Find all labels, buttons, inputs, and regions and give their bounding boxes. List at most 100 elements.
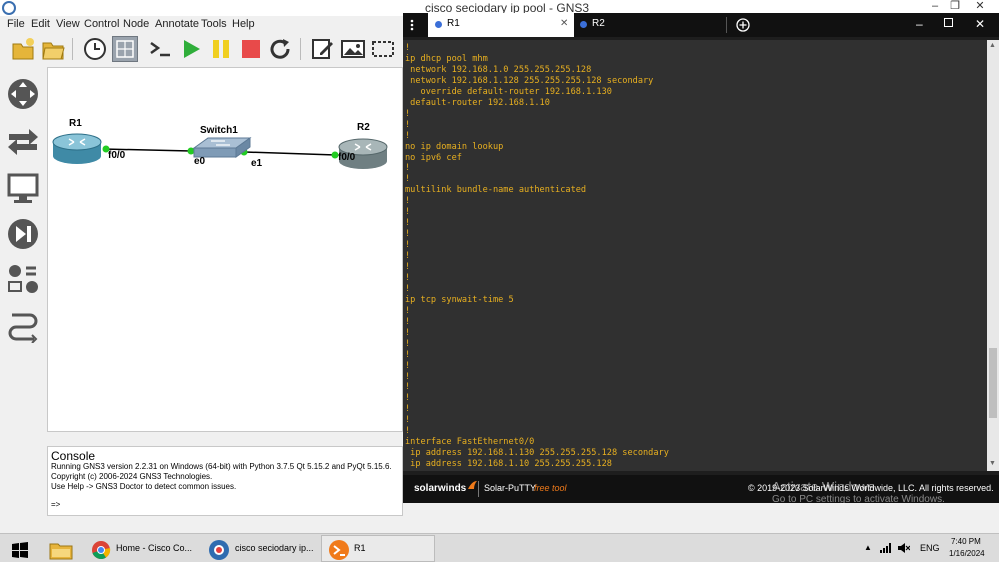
tab-r2[interactable]: R2 bbox=[579, 13, 725, 37]
draw-rectangle-button[interactable] bbox=[370, 36, 396, 62]
clock-date[interactable]: 1/16/2024 bbox=[949, 549, 985, 558]
security-devices-category-button[interactable] bbox=[6, 217, 40, 251]
activate-windows-title: Activate Windows bbox=[772, 479, 875, 494]
suspend-all-button[interactable] bbox=[208, 36, 234, 62]
terminal-line: ! bbox=[405, 382, 411, 393]
add-note-button[interactable] bbox=[310, 36, 336, 62]
tab-divider bbox=[726, 17, 727, 33]
putty-maximize-icon[interactable] bbox=[944, 18, 953, 27]
console-line: Use Help -> GNS3 Doctor to detect common… bbox=[51, 482, 237, 491]
show-interface-labels-button[interactable] bbox=[112, 36, 138, 62]
terminal-line: multilink bundle-name authenticated bbox=[405, 185, 587, 196]
terminal-line: ! bbox=[405, 251, 411, 262]
stop-all-button[interactable] bbox=[238, 36, 264, 62]
signal-icon[interactable] bbox=[880, 543, 892, 553]
input-language[interactable]: ENG bbox=[920, 543, 940, 553]
console-prompt[interactable]: => bbox=[51, 500, 60, 509]
terminal-line: no ip domain lookup bbox=[405, 141, 504, 152]
solarwinds-logo: solarwinds bbox=[414, 483, 467, 494]
new-folder-icon bbox=[12, 38, 34, 60]
scrollbar-thumb[interactable] bbox=[989, 348, 997, 418]
product-edition: free tool bbox=[534, 483, 567, 493]
taskbar-solar-putty[interactable]: R1 bbox=[321, 535, 435, 562]
add-link-button[interactable] bbox=[6, 309, 40, 344]
port-label-switch1-e0: e0 bbox=[194, 156, 206, 167]
snapshot-button[interactable] bbox=[82, 36, 108, 62]
menu-file[interactable]: File bbox=[7, 18, 25, 30]
link-switch1-r2[interactable] bbox=[244, 151, 337, 156]
toolbar bbox=[0, 32, 400, 64]
new-project-button[interactable] bbox=[10, 36, 36, 62]
restore-icon[interactable]: ❐ bbox=[945, 0, 965, 14]
start-button[interactable] bbox=[0, 535, 40, 562]
console-panel[interactable]: Console Running GNS3 version 2.2.31 on W… bbox=[47, 446, 403, 516]
node-label-r1[interactable]: R1 bbox=[69, 118, 82, 129]
terminal-line: ! bbox=[405, 262, 411, 272]
terminal-scrollbar[interactable]: ▲ ▼ bbox=[987, 40, 999, 471]
console-all-button[interactable] bbox=[148, 36, 174, 62]
all-devices-icon bbox=[8, 265, 38, 293]
terminal-line: ! bbox=[405, 426, 411, 437]
close-icon[interactable]: ✕ bbox=[970, 0, 990, 14]
terminal-line: no ipv6 cef bbox=[405, 152, 462, 163]
console-title: Console bbox=[51, 449, 96, 463]
all-devices-category-button[interactable] bbox=[6, 263, 40, 297]
menu-view[interactable]: View bbox=[56, 18, 80, 30]
terminal-line: ! bbox=[405, 316, 411, 327]
volume-muted-icon[interactable] bbox=[898, 543, 910, 553]
terminal-line: ! bbox=[405, 229, 411, 240]
clock-icon bbox=[84, 38, 106, 60]
terminal-output[interactable]: ! ip dhcp pool mhm network 192.168.1.0 25… bbox=[403, 40, 987, 471]
switches-category-button[interactable] bbox=[6, 125, 40, 159]
menu-control[interactable]: Control bbox=[84, 18, 119, 30]
routers-category-button[interactable] bbox=[6, 77, 40, 111]
console-line: Running GNS3 version 2.2.31 on Windows (… bbox=[51, 462, 392, 471]
taskbar-gns3[interactable]: cisco seciodary ip... bbox=[202, 535, 316, 562]
taskbar-chrome[interactable]: Home - Cisco Co... bbox=[84, 535, 196, 562]
kebab-menu-icon[interactable] bbox=[410, 19, 414, 31]
menu-help[interactable]: Help bbox=[232, 18, 255, 30]
terminal-line: default-router 192.168.1.10 bbox=[405, 97, 550, 108]
picture-icon bbox=[341, 40, 365, 58]
node-label-switch1[interactable]: Switch1 bbox=[200, 125, 238, 136]
putty-close-icon[interactable]: ✕ bbox=[975, 17, 985, 31]
rectangle-icon bbox=[372, 41, 394, 57]
pause-icon bbox=[213, 40, 229, 58]
node-label-r2[interactable]: R2 bbox=[357, 122, 370, 133]
open-project-button[interactable] bbox=[40, 36, 66, 62]
insert-picture-button[interactable] bbox=[340, 36, 366, 62]
menu-edit[interactable]: Edit bbox=[31, 18, 50, 30]
skip-forward-icon bbox=[8, 219, 38, 249]
terminal-line: network 192.168.1.0 255.255.255.128 bbox=[405, 64, 592, 75]
clock-time[interactable]: 7:40 PM bbox=[951, 537, 981, 546]
new-tab-plus-icon[interactable] bbox=[736, 18, 750, 32]
footer-divider bbox=[478, 481, 479, 497]
port-label-switch1-e1: e1 bbox=[251, 158, 263, 169]
tray-overflow-icon[interactable]: ▲ bbox=[864, 543, 872, 552]
terminal-line: ! bbox=[405, 349, 411, 360]
solarwinds-flame-icon bbox=[468, 481, 477, 489]
scroll-up-icon[interactable]: ▲ bbox=[989, 42, 996, 49]
terminal-line: override default-router 192.168.1.130 bbox=[405, 86, 612, 97]
tab-r1[interactable]: R1 ✕ bbox=[428, 13, 574, 37]
minimize-icon[interactable]: – bbox=[925, 0, 945, 14]
terminal-line: ! bbox=[405, 360, 411, 371]
interface-labels-icon bbox=[116, 40, 134, 58]
reload-all-button[interactable] bbox=[268, 36, 294, 62]
start-all-button[interactable] bbox=[178, 36, 204, 62]
end-devices-category-button[interactable] bbox=[6, 171, 40, 205]
tab-status-dot bbox=[580, 21, 587, 28]
terminal-line: network 192.168.1.128 255.255.255.128 se… bbox=[405, 75, 654, 86]
menu-node[interactable]: Node bbox=[123, 18, 149, 30]
putty-minimize-icon[interactable]: – bbox=[916, 17, 923, 31]
menu-tools[interactable]: Tools bbox=[201, 18, 227, 30]
topology-canvas[interactable]: R1 Switch1 R2 f0/0 e0 e1 f0/0 bbox=[47, 67, 403, 432]
tab-close-icon[interactable]: ✕ bbox=[560, 18, 568, 29]
solar-putty-icon bbox=[329, 540, 349, 560]
router-icon bbox=[8, 79, 38, 109]
menu-annotate[interactable]: Annotate bbox=[155, 18, 199, 30]
router-r1[interactable] bbox=[52, 133, 102, 164]
scroll-down-icon[interactable]: ▼ bbox=[989, 460, 996, 467]
monitor-icon bbox=[7, 173, 39, 203]
file-explorer-button[interactable] bbox=[42, 535, 78, 562]
